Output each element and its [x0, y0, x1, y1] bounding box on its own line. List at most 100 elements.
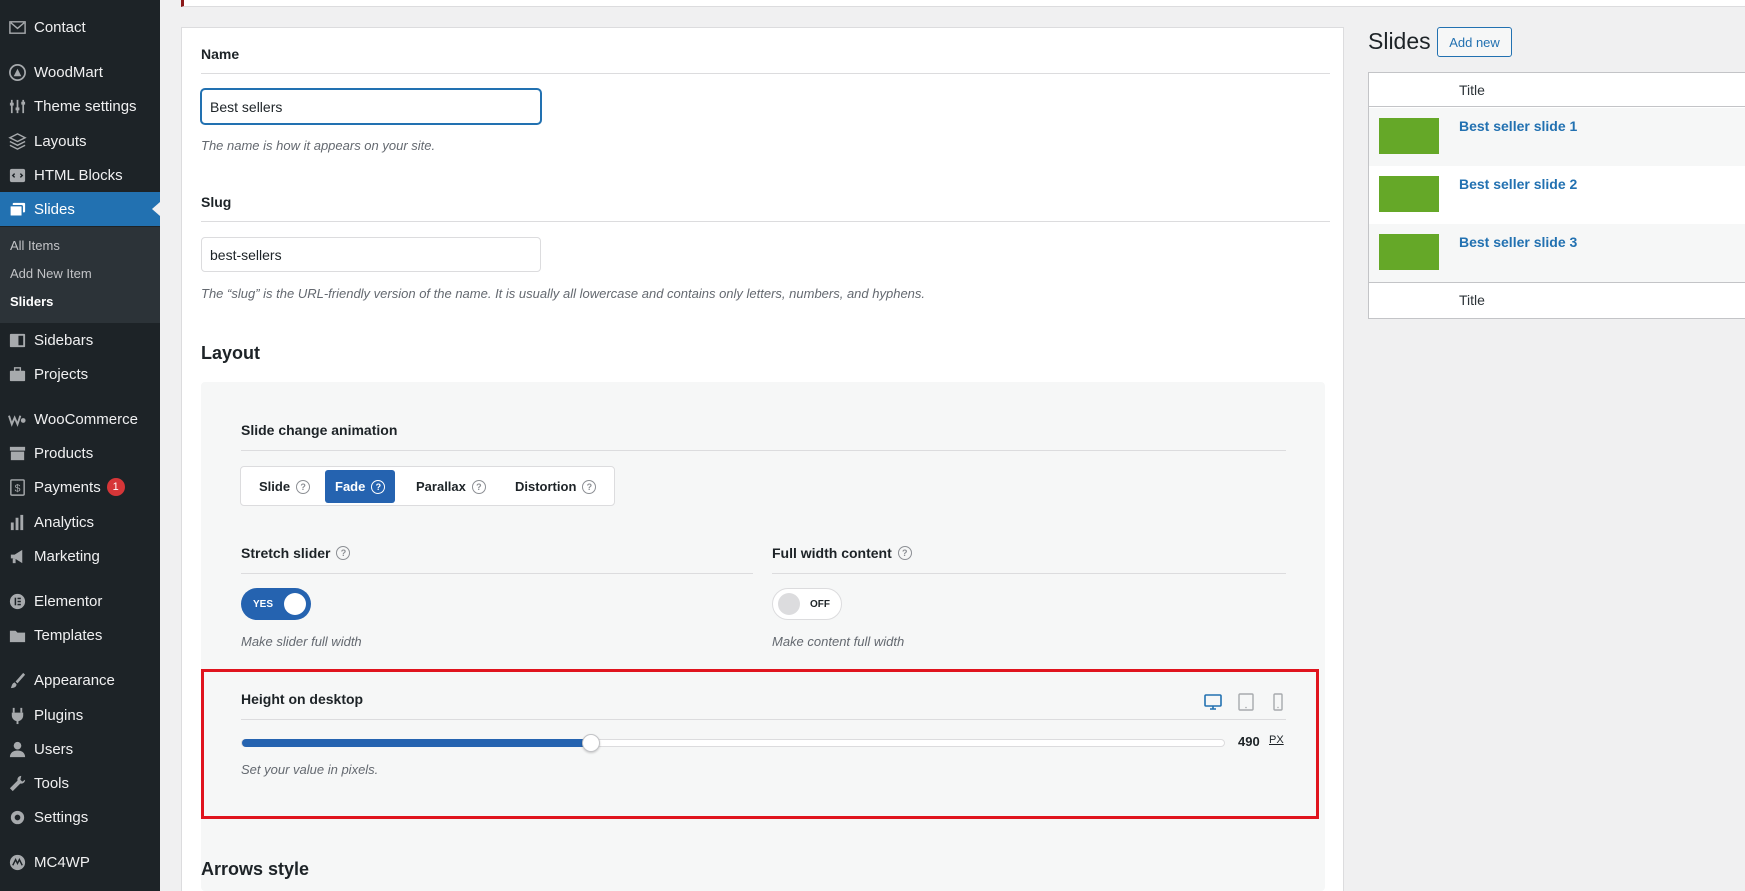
slides-panel-title: Slides: [1368, 28, 1431, 54]
slides-submenu: All Items Add New Item Sliders: [0, 227, 160, 323]
submenu-add-new-item[interactable]: Add New Item: [10, 266, 92, 281]
menu-analytics[interactable]: Analytics: [0, 505, 160, 539]
menu-html-blocks[interactable]: HTML Blocks: [0, 158, 160, 192]
divider: [201, 73, 1330, 74]
menu-appearance[interactable]: Appearance: [0, 663, 160, 697]
menu-contact[interactable]: Contact: [0, 10, 160, 44]
column-title[interactable]: Title: [1459, 82, 1485, 98]
menu-products[interactable]: Products: [0, 436, 160, 470]
height-desktop-label: Height on desktop: [241, 691, 364, 707]
option-label: Fade: [335, 479, 366, 494]
menu-templates[interactable]: Templates: [0, 618, 160, 652]
menu-payments[interactable]: $ Payments 1: [0, 470, 160, 504]
menu-elementor[interactable]: Elementor: [0, 584, 160, 618]
option-label: Distortion: [515, 479, 577, 494]
slide-thumbnail[interactable]: [1379, 118, 1439, 154]
sliders-icon: [0, 97, 34, 116]
submenu-all-items[interactable]: All Items: [10, 238, 60, 253]
sidebar-icon: [0, 331, 34, 350]
menu-mc4wp[interactable]: MC4WP: [0, 845, 160, 879]
menu-label: Payments: [34, 478, 101, 496]
table-header: Title: [1369, 73, 1745, 107]
height-value[interactable]: 490: [1238, 734, 1260, 749]
menu-theme-settings[interactable]: Theme settings: [0, 89, 160, 123]
menu-plugins[interactable]: Plugins: [0, 698, 160, 732]
stretch-slider-toggle[interactable]: YES: [241, 588, 311, 620]
slide-title-link[interactable]: Best seller slide 1: [1459, 118, 1577, 134]
height-slider-track[interactable]: [241, 734, 1225, 752]
menu-sidebars[interactable]: Sidebars: [0, 323, 160, 357]
menu-label: Elementor: [34, 592, 103, 610]
table-row: Best seller slide 1: [1369, 108, 1745, 166]
column-title[interactable]: Title: [1459, 292, 1485, 308]
menu-label: Layouts: [34, 132, 87, 150]
help-icon[interactable]: ?: [471, 479, 486, 494]
user-icon: [0, 740, 34, 759]
elementor-icon: [0, 592, 34, 611]
add-new-slide-button[interactable]: Add new: [1437, 27, 1512, 57]
archive-icon: [0, 444, 34, 463]
slide-thumbnail[interactable]: [1379, 176, 1439, 212]
help-icon[interactable]: ?: [296, 479, 311, 494]
submenu-sliders[interactable]: Sliders: [10, 294, 53, 309]
arrows-style-title: Arrows style: [201, 859, 310, 879]
menu-label: Tools: [34, 774, 70, 792]
help-icon[interactable]: ?: [336, 546, 351, 560]
label-text: Full width content: [772, 545, 892, 561]
mobile-icon[interactable]: [1268, 692, 1288, 717]
animation-option-parallax[interactable]: Parallax?: [406, 470, 496, 503]
menu-projects[interactable]: Projects: [0, 357, 160, 391]
animation-option-slide[interactable]: Slide?: [249, 470, 320, 503]
table-row: Best seller slide 3: [1369, 224, 1745, 282]
menu-label: HTML Blocks: [34, 166, 123, 184]
layers-icon: [0, 132, 34, 151]
slug-input[interactable]: best-sellers: [201, 237, 541, 272]
option-label: Parallax: [416, 479, 466, 494]
mail-icon: [0, 18, 34, 37]
divider: [241, 719, 1286, 720]
table-row: Best seller slide 2: [1369, 166, 1745, 224]
layout-section-title: Layout: [201, 343, 261, 363]
stretch-slider-label: Stretch slider?: [241, 545, 351, 561]
menu-users[interactable]: Users: [0, 732, 160, 766]
animation-option-fade[interactable]: Fade?: [325, 470, 396, 503]
menu-label: Sidebars: [34, 331, 94, 349]
help-icon[interactable]: ?: [582, 479, 597, 494]
menu-slides[interactable]: Slides: [0, 192, 160, 226]
menu-label: Slides: [34, 200, 75, 218]
menu-woodmart[interactable]: WoodMart: [0, 55, 160, 89]
name-help-text: The name is how it appears on your site.: [201, 138, 436, 153]
option-label: Slide: [259, 479, 291, 494]
help-icon[interactable]: ?: [371, 479, 386, 494]
slide-thumbnail[interactable]: [1379, 234, 1439, 270]
menu-settings[interactable]: Settings: [0, 800, 160, 834]
menu-label: Projects: [34, 365, 89, 383]
menu-tools[interactable]: Tools: [0, 766, 160, 800]
menu-marketing[interactable]: Marketing: [0, 539, 160, 573]
full-width-content-toggle[interactable]: OFF: [772, 588, 842, 620]
images-icon: [0, 200, 34, 219]
stretch-help-text: Make slider full width: [241, 634, 362, 649]
megaphone-icon: [0, 547, 34, 566]
menu-label: Users: [34, 740, 74, 758]
slide-title-link[interactable]: Best seller slide 3: [1459, 234, 1577, 250]
desktop-icon[interactable]: [1203, 692, 1223, 717]
bar-chart-icon: [0, 513, 34, 532]
height-help-text: Set your value in pixels.: [241, 762, 379, 777]
menu-label: Marketing: [34, 547, 100, 565]
woodmart-icon: [0, 63, 34, 82]
animation-option-distortion[interactable]: Distortion?: [505, 470, 606, 503]
brush-icon: [0, 671, 34, 690]
height-unit[interactable]: PX: [1269, 734, 1284, 746]
menu-layouts[interactable]: Layouts: [0, 124, 160, 158]
tablet-icon[interactable]: [1236, 692, 1256, 717]
name-input[interactable]: Best sellers: [201, 89, 541, 124]
divider: [241, 573, 753, 574]
height-slider-handle[interactable]: [582, 734, 600, 752]
slide-title-link[interactable]: Best seller slide 2: [1459, 176, 1577, 192]
menu-woocommerce[interactable]: WooCommerce: [0, 402, 160, 436]
full-width-help-text: Make content full width: [772, 634, 905, 649]
menu-label: Contact: [34, 18, 86, 36]
help-icon[interactable]: ?: [897, 546, 912, 560]
menu-label: Analytics: [34, 513, 95, 531]
